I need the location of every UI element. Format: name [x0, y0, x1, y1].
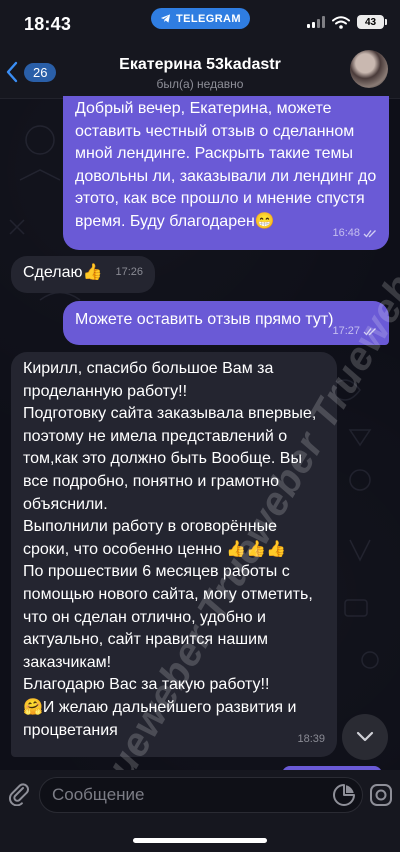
message-time: 17:26 — [115, 266, 143, 279]
battery-icon: 43 — [357, 15, 387, 29]
double-check-icon — [363, 230, 376, 238]
message-meta: 18:39 — [297, 728, 325, 751]
wifi-icon — [332, 15, 350, 29]
message-meta: 17:26 — [115, 261, 143, 284]
message-text: Можете оставить отзыв прямо тут) — [75, 311, 334, 328]
telegram-return-pill[interactable]: TELEGRAM — [151, 8, 250, 29]
message-time: 16:48 — [332, 227, 360, 240]
message-input[interactable] — [39, 777, 363, 813]
chevron-down-icon — [356, 731, 374, 742]
chat-header: 26 Екатерина 53kadastr был(а) недавно — [0, 44, 400, 99]
message-meta: 16:48 — [332, 222, 377, 245]
message-text: Сделаю👍 — [23, 264, 103, 281]
scroll-down-button[interactable] — [342, 714, 388, 760]
paperclip-icon[interactable] — [6, 780, 32, 806]
status-bar: 18:43 TELEGRAM 43 — [0, 0, 400, 44]
telegram-label: TELEGRAM — [176, 12, 241, 25]
message-outgoing[interactable]: Добрый вечер, Екатерина, можете оставить… — [63, 96, 389, 250]
chat-title[interactable]: Екатерина 53kadastr был(а) недавно — [0, 56, 400, 91]
status-time: 18:43 — [24, 14, 72, 34]
message-meta: 17:27 — [332, 320, 377, 343]
double-check-icon — [363, 328, 376, 336]
last-seen-status: был(а) недавно — [156, 77, 244, 91]
telegram-icon — [160, 14, 171, 23]
sticker-icon[interactable] — [332, 783, 356, 807]
message-time: 18:39 — [297, 733, 325, 746]
contact-name: Екатерина 53kadastr — [119, 56, 281, 73]
message-incoming[interactable]: Кирилл, спасибо большое Вам за проделанн… — [11, 352, 337, 757]
message-incoming[interactable]: Сделаю👍 17:26 — [11, 256, 155, 293]
cellular-signal-icon — [307, 16, 325, 28]
message-text: Добрый вечер, Екатерина, можете оставить… — [75, 100, 377, 230]
message-time: 17:27 — [332, 325, 360, 338]
camera-icon[interactable] — [368, 782, 394, 808]
avatar[interactable] — [350, 50, 388, 88]
message-text: Кирилл, спасибо большое Вам за проделанн… — [23, 360, 317, 739]
status-icons: 43 — [307, 15, 387, 29]
message-outgoing[interactable]: Можете оставить отзыв прямо тут) 17:27 — [63, 301, 389, 345]
home-indicator — [133, 838, 267, 843]
